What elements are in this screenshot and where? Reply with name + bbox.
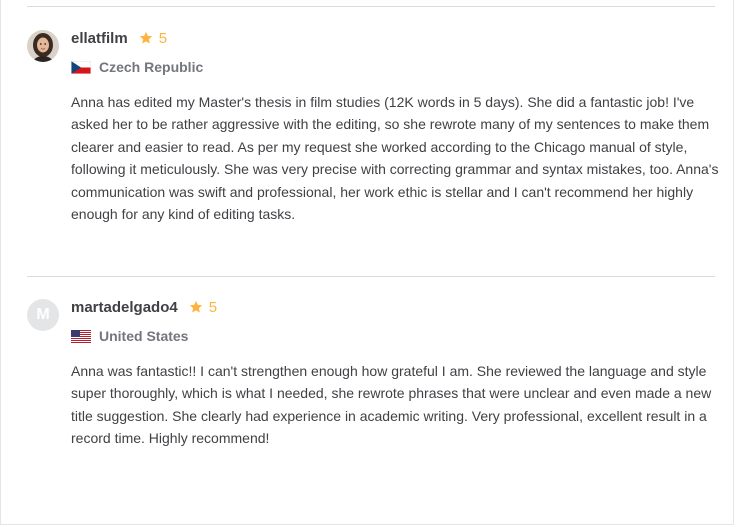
rating-value: 5 [208,298,218,316]
country-info: United States [71,327,188,345]
username[interactable]: ellatfilm [71,30,128,47]
country-info: Czech Republic [71,58,203,76]
review-text: Anna was fantastic!! I can't strengthen … [71,363,712,447]
country-name: Czech Republic [99,59,204,75]
username[interactable]: martadelgado4 [71,299,178,316]
star-icon [139,31,153,45]
us-flag-icon [71,329,91,343]
avatar[interactable] [27,30,59,62]
reviews-panel: ellatfilm 5 Czech Republic Anna has edit… [0,0,734,525]
top-divider [27,6,715,7]
review-header: martadelgado4 5 [71,297,217,317]
review-header: ellatfilm 5 [71,28,167,48]
country-name: United States [99,328,189,344]
rating-value: 5 [158,29,168,47]
czech-flag-icon [71,60,91,74]
review-divider [27,276,715,277]
avatar[interactable]: M [27,299,59,331]
user-photo [27,30,59,62]
star-icon [189,300,203,314]
review-text: Anna has edited my Master's thesis in fi… [71,94,719,223]
